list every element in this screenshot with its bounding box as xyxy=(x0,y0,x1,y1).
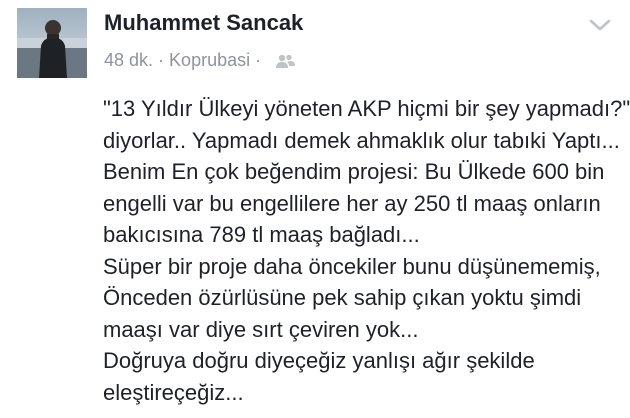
post-text: "13 Yıldır Ülkeyi yöneten AKP hiçmi bir … xyxy=(103,93,630,408)
post-text-line: eleştireçeğiz... xyxy=(103,379,244,405)
profile-photo-icon xyxy=(17,20,87,78)
post-text-line: Önceden özürlüsüne pek sahip çıkan yoktu… xyxy=(103,285,582,310)
friends-icon[interactable] xyxy=(274,53,296,69)
post-meta: 48 dk. · Koprubasi · xyxy=(104,50,296,71)
post-text-line: diyorlar.. Yapmadı demek ahmaklık olur t… xyxy=(103,127,620,153)
post-text-line: "13 Yıldır Ülkeyi yöneten AKP hiçmi bir … xyxy=(103,96,630,121)
post-text-line: engelli var bu engellilere her ay 250 tl… xyxy=(103,190,601,216)
post-text-line: Doğruya doğru diyeçeğiz yanlışı ağır şek… xyxy=(103,348,535,373)
author-name[interactable]: Muhammet Sancak xyxy=(104,10,303,36)
post-text-line: bakıcısına 789 tl maaş bağladı... xyxy=(103,222,420,247)
post-text-line: Süper bir proje daha öncekiler bunu düşü… xyxy=(103,253,601,279)
meta-separator: · xyxy=(158,50,165,70)
facebook-post: Muhammet Sancak 48 dk. · Koprubasi · "13… xyxy=(0,0,630,418)
post-text-line: Benim En çok beğendim projesi: Bu Ülkede… xyxy=(103,159,605,184)
post-location[interactable]: Koprubasi xyxy=(169,50,250,71)
chevron-down-icon[interactable] xyxy=(588,16,612,34)
post-text-line: maaşı var diye sırt çeviren yok... xyxy=(103,316,419,342)
post-timestamp[interactable]: 48 dk. xyxy=(104,50,153,71)
meta-separator: · xyxy=(255,50,262,70)
avatar[interactable] xyxy=(17,8,87,78)
